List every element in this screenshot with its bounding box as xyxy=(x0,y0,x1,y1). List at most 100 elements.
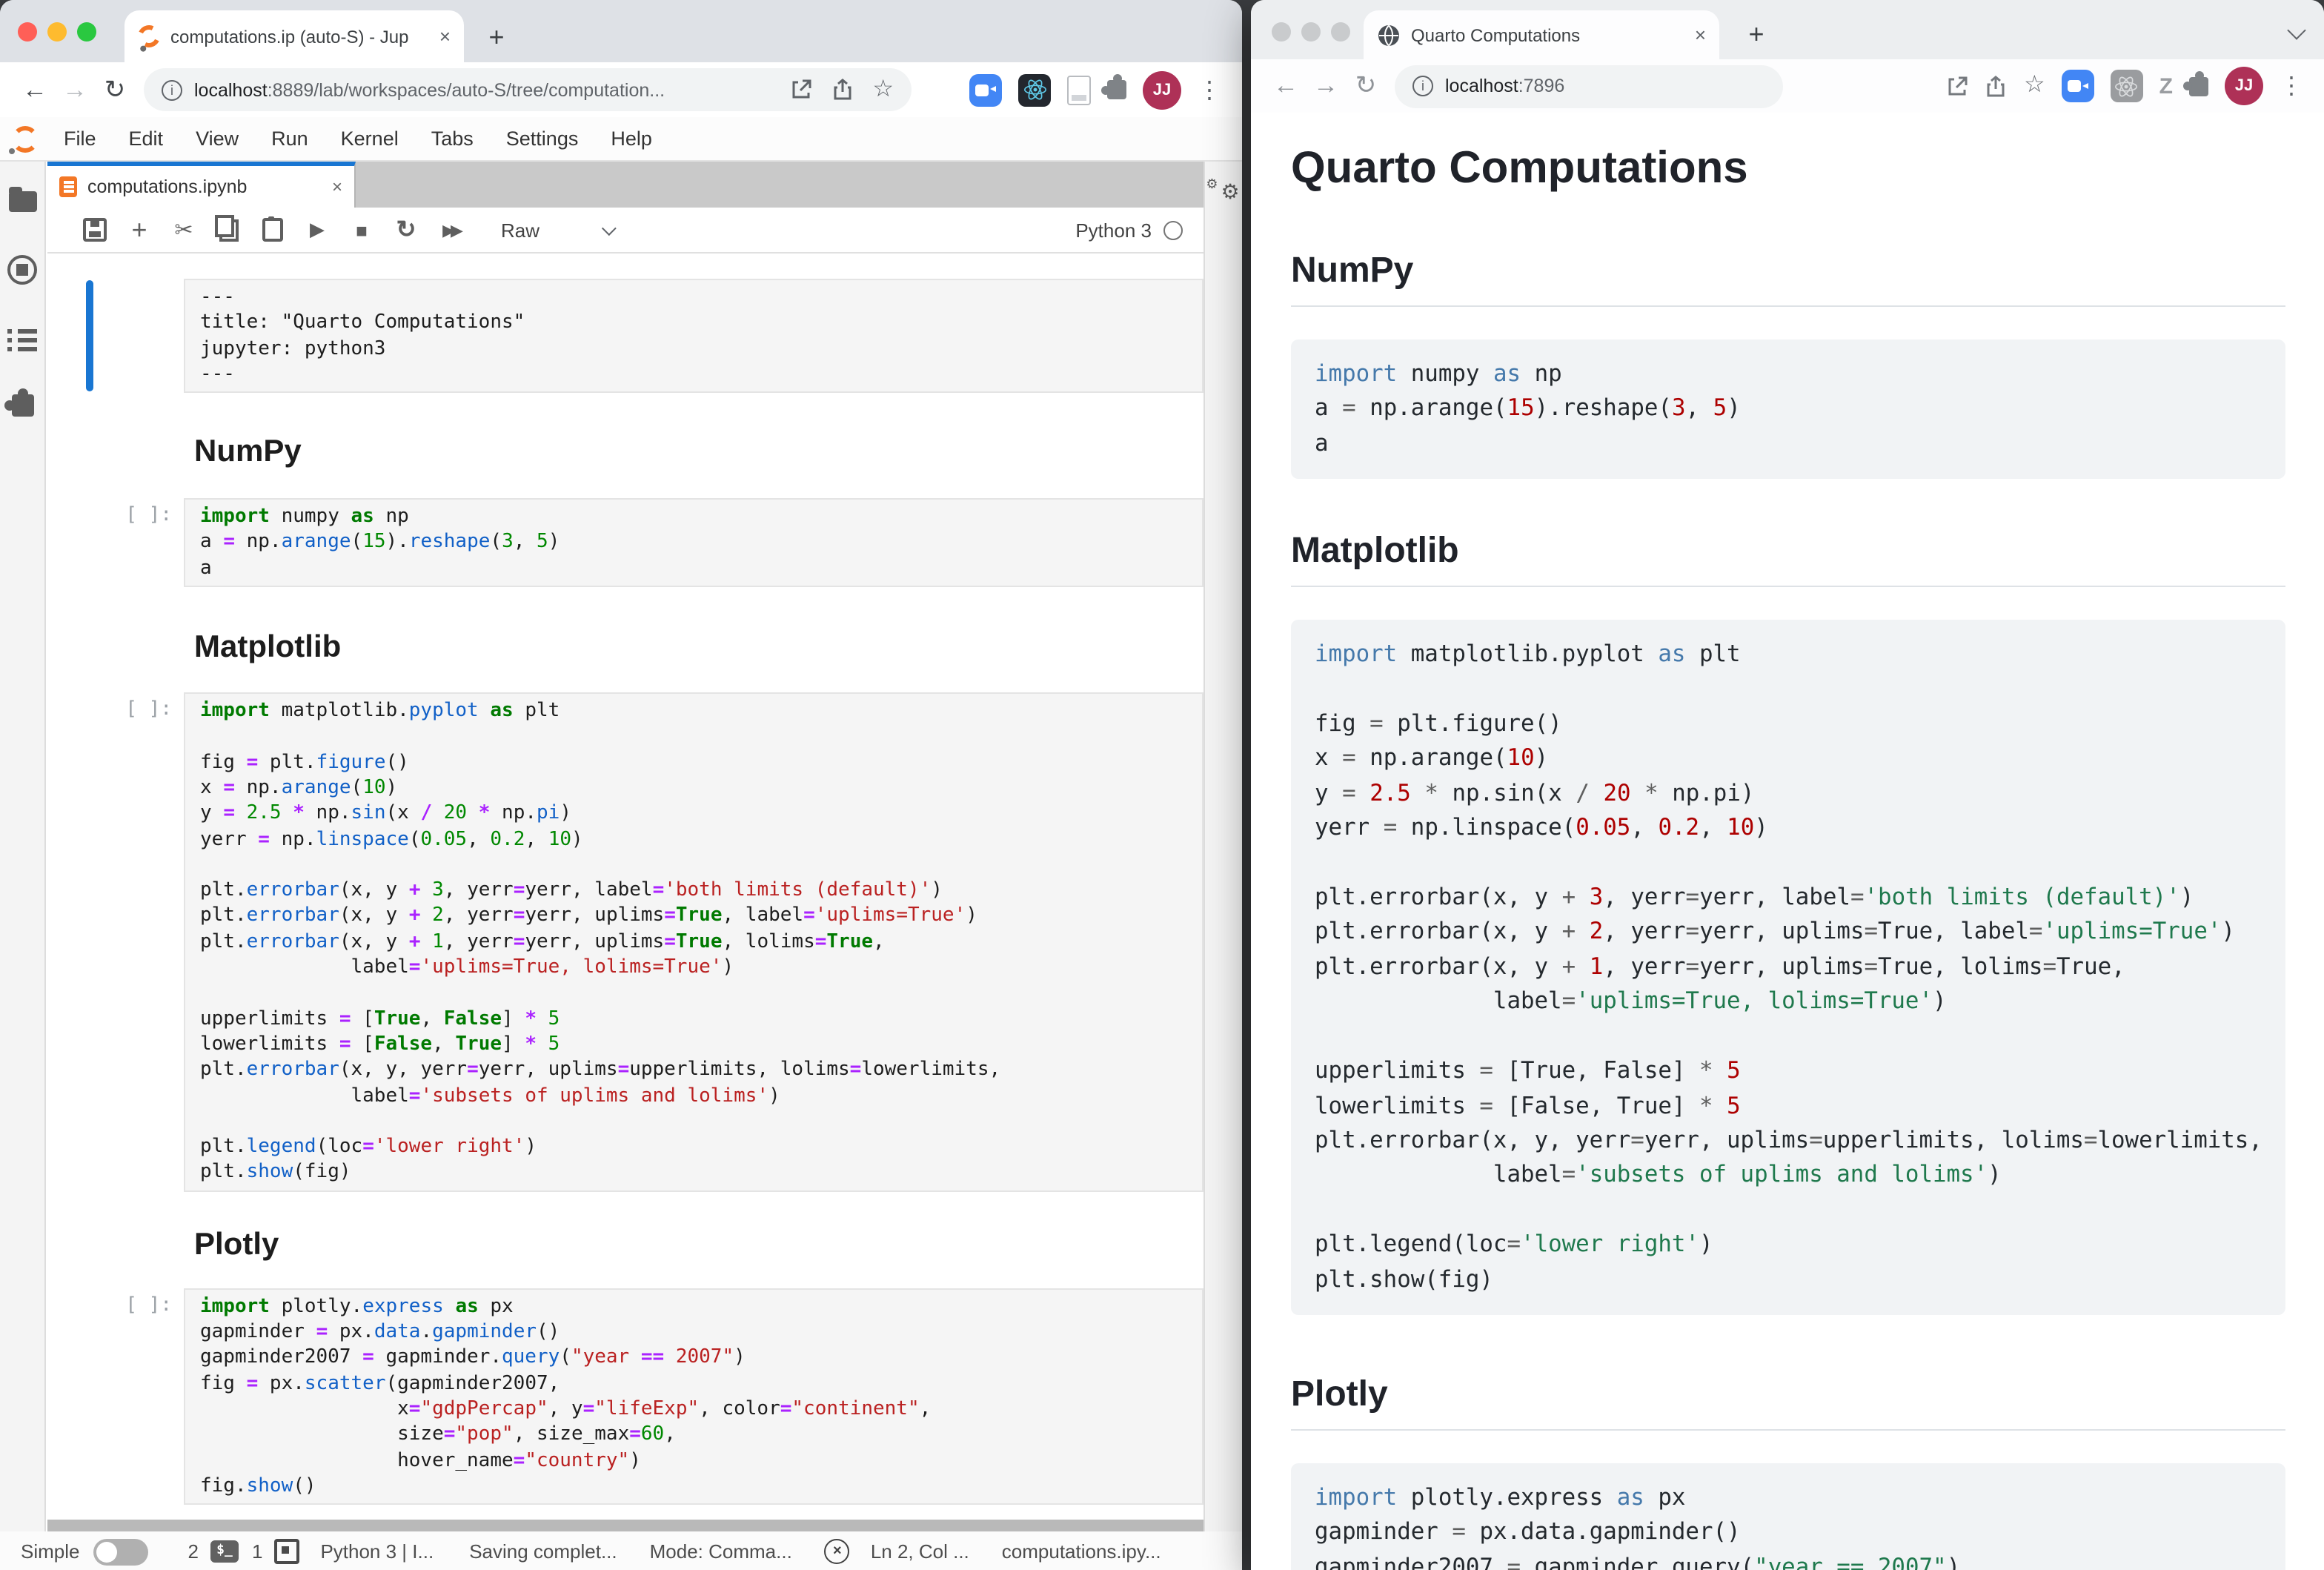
traffic-light-close[interactable] xyxy=(1272,22,1291,42)
zoom-extension-icon[interactable] xyxy=(969,73,1002,106)
code-token: 'subsets of uplims and lolims' xyxy=(420,1084,768,1107)
menu-kernel[interactable]: Kernel xyxy=(325,117,415,160)
menu-edit[interactable]: Edit xyxy=(113,117,180,160)
code-cell-matplotlib[interactable]: [ ]: import matplotlib.pyplot as plt fig… xyxy=(86,692,1204,1191)
stop-kernel-button[interactable]: ■ xyxy=(350,219,374,241)
tab-close-icon[interactable]: × xyxy=(439,25,451,47)
menu-tabs[interactable]: Tabs xyxy=(415,117,490,160)
menu-help[interactable]: Help xyxy=(594,117,668,160)
bookmark-star-icon[interactable]: ☆ xyxy=(872,78,894,102)
run-cell-button[interactable]: ▶ xyxy=(305,218,329,242)
traffic-light-zoom[interactable] xyxy=(1331,22,1350,42)
profile-avatar[interactable]: JJ xyxy=(2225,67,2263,105)
simple-mode-toggle[interactable] xyxy=(93,1538,148,1565)
new-tab-button[interactable]: + xyxy=(477,18,516,56)
restart-kernel-button[interactable]: ↻ xyxy=(394,215,418,245)
code-token: figure xyxy=(316,751,386,773)
open-in-new-icon[interactable] xyxy=(1947,75,1969,97)
tab-search-chevron-icon[interactable] xyxy=(2287,21,2305,39)
jupyter-left-sidebar xyxy=(0,162,46,1531)
kernel-indicator[interactable]: Python 3 xyxy=(1075,219,1183,241)
browser-menu-icon[interactable]: ⋮ xyxy=(2280,71,2303,101)
kernel-status-text[interactable]: Python 3 | I... xyxy=(320,1540,434,1563)
menu-settings[interactable]: Settings xyxy=(490,117,595,160)
open-in-new-icon[interactable] xyxy=(789,79,811,101)
code-line xyxy=(200,724,1187,750)
code-cell-editor-plotly[interactable]: import plotly.express as pxgapminder = p… xyxy=(184,1288,1204,1505)
copy-cell-button[interactable] xyxy=(216,219,240,241)
back-icon[interactable]: ← xyxy=(1266,66,1306,106)
code-token: a xyxy=(200,531,223,554)
markdown-heading-matplotlib[interactable]: Matplotlib xyxy=(194,630,1204,666)
traffic-light-minimize[interactable] xyxy=(47,22,67,42)
zoom-extension-icon[interactable] xyxy=(2062,70,2094,102)
share-icon[interactable] xyxy=(1985,75,2008,97)
restart-run-all-button[interactable]: ▶▶ xyxy=(439,220,462,239)
code-token: = xyxy=(1562,1162,1576,1188)
code-line: yerr = np.linspace(0.05, 0.2, 10) xyxy=(1315,812,2262,847)
code-token: ( xyxy=(560,1347,571,1369)
address-bar[interactable]: i localhost:8889/lab/workspaces/auto-S/t… xyxy=(144,68,912,111)
browser-tab-jupyter[interactable]: computations.ip (auto-S) - Jup × xyxy=(124,10,464,62)
traffic-light-close[interactable] xyxy=(18,22,37,42)
code-token: fig xyxy=(1315,710,1370,737)
add-cell-button[interactable]: + xyxy=(127,214,151,245)
file-browser-icon[interactable] xyxy=(8,191,36,212)
table-of-contents-icon[interactable] xyxy=(7,328,37,351)
chevron-down-icon[interactable] xyxy=(602,220,617,235)
menu-view[interactable]: View xyxy=(179,117,255,160)
raw-cell[interactable]: ---title: "Quarto Computations"jupyter: … xyxy=(86,279,1204,393)
horizontal-scrollbar[interactable] xyxy=(47,1520,1204,1531)
back-icon[interactable]: ← xyxy=(15,70,55,110)
save-button[interactable] xyxy=(83,218,107,242)
traffic-light-zoom[interactable] xyxy=(77,22,96,42)
notebook-tab[interactable]: computations.ipynb × xyxy=(47,162,356,208)
traffic-light-minimize[interactable] xyxy=(1301,22,1321,42)
running-sessions-icon[interactable] xyxy=(7,255,37,285)
extension-manager-icon[interactable] xyxy=(11,394,33,417)
markdown-heading-numpy[interactable]: NumPy xyxy=(194,434,1204,470)
code-cell-editor-matplotlib[interactable]: import matplotlib.pyplot as plt fig = pl… xyxy=(184,692,1204,1191)
code-cell-plotly[interactable]: [ ]: import plotly.express as pxgapminde… xyxy=(86,1288,1204,1505)
share-icon[interactable] xyxy=(831,79,853,101)
cell-type-dropdown[interactable]: Raw xyxy=(501,219,540,241)
tab-close-icon[interactable]: × xyxy=(1695,24,1706,46)
react-devtools-icon[interactable] xyxy=(1018,73,1051,106)
mode-indicator[interactable]: Mode: Comma... xyxy=(650,1540,792,1563)
terminal-count[interactable]: 2 xyxy=(188,1540,199,1563)
code-token: , xyxy=(525,828,548,850)
profile-avatar[interactable]: JJ xyxy=(1143,70,1181,109)
menu-run[interactable]: Run xyxy=(255,117,325,160)
code-cell-numpy[interactable]: [ ]: import numpy as npa = np.arange(15)… xyxy=(86,498,1204,587)
kernel-count[interactable]: 1 xyxy=(252,1540,262,1563)
paste-cell-button[interactable] xyxy=(261,218,285,242)
forward-icon[interactable]: → xyxy=(1306,66,1346,106)
page-extension-icon[interactable] xyxy=(1067,75,1091,105)
code-cell-editor-numpy[interactable]: import numpy as npa = np.arange(15).resh… xyxy=(184,498,1204,587)
new-tab-button[interactable]: + xyxy=(1737,15,1776,53)
cut-cell-button[interactable]: ✂ xyxy=(172,216,196,243)
code-token: * xyxy=(479,803,491,825)
reload-icon[interactable]: ↻ xyxy=(1346,66,1386,106)
browser-menu-icon[interactable]: ⋮ xyxy=(1198,75,1221,105)
code-token: * xyxy=(1644,780,1659,806)
cursor-position[interactable]: Ln 2, Col ... xyxy=(871,1540,969,1563)
property-inspector-icon[interactable]: ⚙⚙ xyxy=(1208,179,1241,206)
reload-icon[interactable]: ↻ xyxy=(95,70,135,110)
site-info-icon[interactable]: i xyxy=(162,79,182,100)
react-devtools-icon[interactable] xyxy=(2111,70,2143,102)
z-extension-icon[interactable]: Z xyxy=(2159,73,2173,99)
extensions-puzzle-icon[interactable] xyxy=(1107,80,1126,99)
forward-icon[interactable]: → xyxy=(55,70,95,110)
raw-cell-editor[interactable]: ---title: "Quarto Computations"jupyter: … xyxy=(184,279,1204,393)
site-info-icon[interactable]: i xyxy=(1412,76,1433,96)
markdown-heading-plotly[interactable]: Plotly xyxy=(194,1227,1204,1262)
code-token: + xyxy=(409,931,421,953)
bookmark-star-icon[interactable]: ☆ xyxy=(2024,74,2045,98)
address-bar[interactable]: i localhost:7896 xyxy=(1395,64,1783,107)
browser-tab-quarto[interactable]: Quarto Computations × xyxy=(1364,10,1719,59)
notebook-tab-close-icon[interactable]: × xyxy=(332,176,342,197)
extensions-puzzle-icon[interactable] xyxy=(2189,76,2208,96)
menu-file[interactable]: File xyxy=(47,117,113,160)
copy-icon xyxy=(219,219,238,241)
